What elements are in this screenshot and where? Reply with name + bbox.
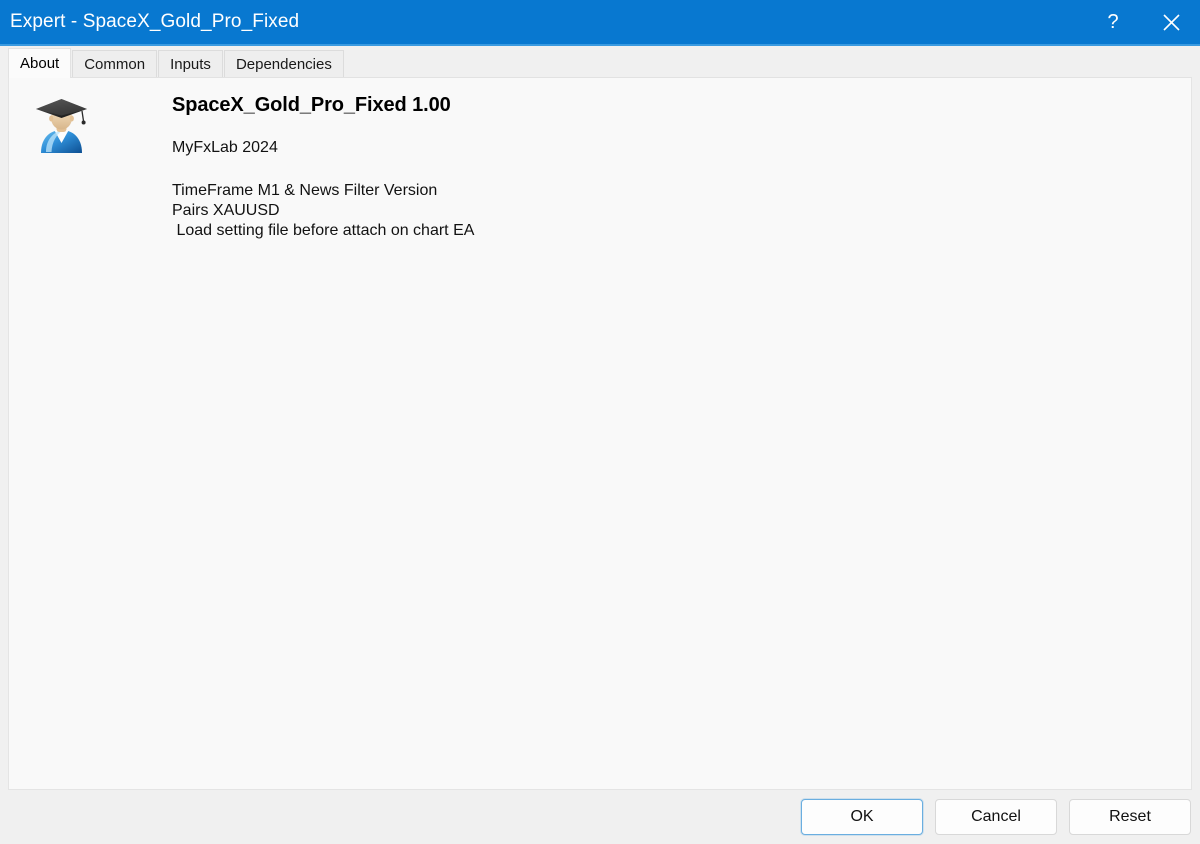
program-title: SpaceX_Gold_Pro_Fixed 1.00 (172, 94, 474, 117)
tab-about-label: About (20, 55, 59, 72)
window-title: Expert - SpaceX_Gold_Pro_Fixed (0, 11, 299, 33)
ok-button-label: OK (850, 808, 873, 826)
cancel-button[interactable]: Cancel (935, 799, 1057, 835)
tab-about[interactable]: About (8, 48, 71, 78)
reset-button-label: Reset (1109, 808, 1151, 826)
about-text-block: SpaceX_Gold_Pro_Fixed 1.00 MyFxLab 2024 … (172, 90, 474, 241)
close-icon (1162, 13, 1181, 32)
ok-button[interactable]: OK (801, 799, 923, 835)
vendor-line: MyFxLab 2024 (172, 139, 474, 157)
tab-inputs-label: Inputs (170, 56, 211, 73)
tab-strip: About Common Inputs Dependencies (0, 46, 1200, 78)
description-line: TimeFrame M1 & News Filter Version (172, 181, 474, 201)
description-line: Pairs XAUUSD (172, 201, 474, 221)
tab-dependencies-label: Dependencies (236, 56, 332, 73)
dialog-footer: OK Cancel Reset (0, 790, 1200, 844)
question-mark-icon: ? (1107, 12, 1118, 32)
tab-dependencies[interactable]: Dependencies (224, 50, 344, 78)
about-content: SpaceX_Gold_Pro_Fixed 1.00 MyFxLab 2024 … (9, 78, 1191, 241)
expert-advisor-graduate-icon (34, 96, 90, 156)
description-line: Load setting file before attach on chart… (172, 221, 474, 241)
tab-common-label: Common (84, 56, 145, 73)
tab-common[interactable]: Common (72, 50, 157, 78)
close-button[interactable] (1142, 0, 1200, 44)
tab-inputs[interactable]: Inputs (158, 50, 223, 78)
help-button[interactable]: ? (1084, 0, 1142, 44)
description-block: TimeFrame M1 & News Filter Version Pairs… (172, 181, 474, 241)
expert-properties-dialog: Expert - SpaceX_Gold_Pro_Fixed ? About C… (0, 0, 1200, 844)
reset-button[interactable]: Reset (1069, 799, 1191, 835)
about-tab-panel: SpaceX_Gold_Pro_Fixed 1.00 MyFxLab 2024 … (8, 77, 1192, 790)
cancel-button-label: Cancel (971, 808, 1021, 826)
title-bar: Expert - SpaceX_Gold_Pro_Fixed ? (0, 0, 1200, 46)
window-controls: ? (1084, 0, 1200, 44)
